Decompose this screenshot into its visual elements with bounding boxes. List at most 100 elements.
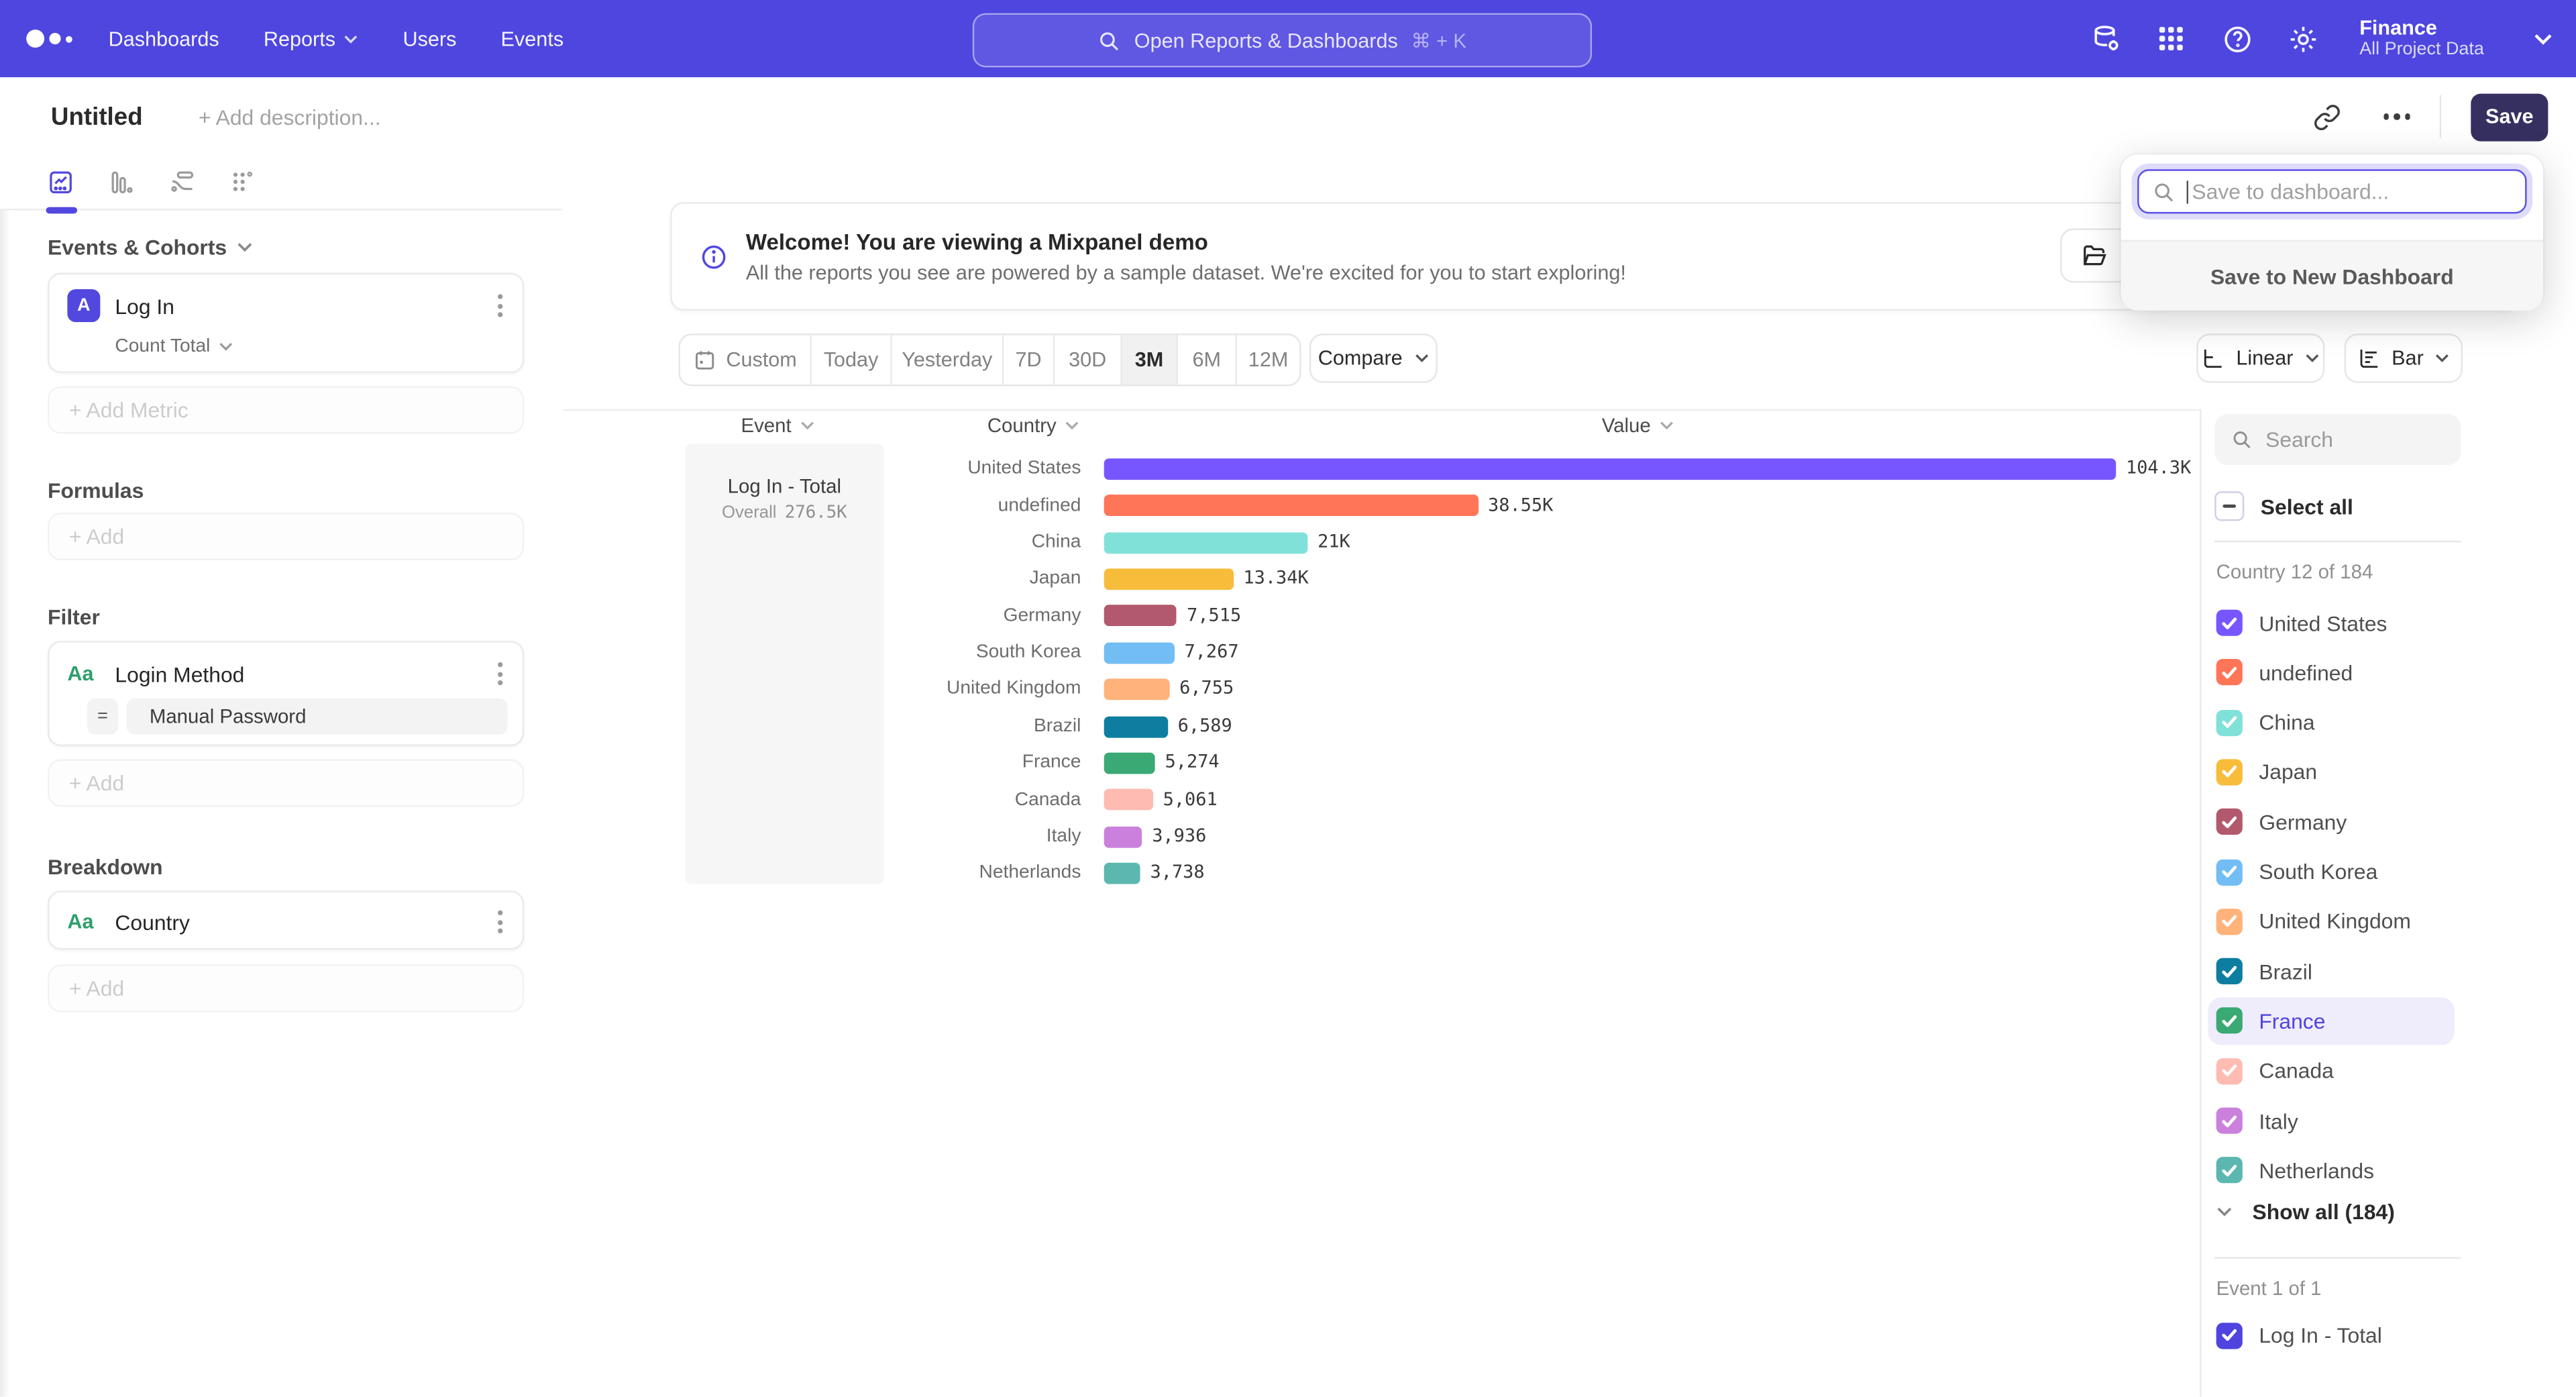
report-title[interactable]: Untitled bbox=[51, 103, 143, 131]
country-filter-row-china[interactable]: China bbox=[2208, 698, 2454, 746]
help-icon[interactable] bbox=[2221, 22, 2254, 55]
mixpanel-logo-icon[interactable] bbox=[26, 30, 72, 48]
tab-retention-icon[interactable] bbox=[230, 169, 256, 195]
select-all-checkbox[interactable]: Select all bbox=[2214, 490, 2353, 523]
project-scope: All Project Data bbox=[2359, 40, 2484, 61]
filter-kebab-menu[interactable] bbox=[494, 659, 506, 688]
range-7d[interactable]: 7D bbox=[1004, 335, 1055, 384]
tab-flows-icon[interactable] bbox=[169, 169, 195, 195]
bar-germany[interactable] bbox=[1104, 605, 1177, 627]
bar-france[interactable] bbox=[1104, 752, 1155, 774]
data-management-icon[interactable] bbox=[2090, 22, 2123, 55]
tab-funnels-icon[interactable] bbox=[109, 169, 135, 195]
country-filter-row-united-states[interactable]: United States bbox=[2208, 599, 2454, 647]
aggregation-selector[interactable]: Count Total bbox=[115, 337, 233, 356]
range-yesterday[interactable]: Yesterday bbox=[892, 335, 1004, 384]
checkbox-china[interactable] bbox=[2216, 709, 2243, 735]
country-filter-row-south-korea[interactable]: South Korea bbox=[2208, 848, 2454, 896]
checkbox-united-kingdom[interactable] bbox=[2216, 909, 2243, 935]
save-dashboard-search-input[interactable]: Save to dashboard... bbox=[2137, 169, 2526, 213]
scale-selector-button[interactable]: Linear bbox=[2196, 333, 2324, 382]
chart-type-button[interactable]: Bar bbox=[2345, 333, 2463, 382]
range-today[interactable]: Today bbox=[812, 335, 892, 384]
segment-search-input[interactable]: Search bbox=[2214, 414, 2461, 465]
checkbox-italy[interactable] bbox=[2216, 1108, 2243, 1134]
copy-link-icon[interactable] bbox=[2312, 103, 2341, 131]
country-count-label: Country 12 of 184 bbox=[2216, 560, 2373, 583]
indeterminate-checkbox-icon[interactable] bbox=[2214, 491, 2244, 521]
save-to-new-dashboard-button[interactable]: Save to New Dashboard bbox=[2121, 240, 2543, 311]
checkbox-netherlands[interactable] bbox=[2216, 1157, 2243, 1184]
add-formula-button[interactable]: + Add bbox=[48, 513, 524, 560]
range-12m[interactable]: 12M bbox=[1237, 335, 1299, 384]
nav-item-dashboards[interactable]: Dashboards bbox=[109, 27, 219, 50]
more-options-button[interactable] bbox=[2383, 114, 2410, 120]
checkbox-south-korea[interactable] bbox=[2216, 859, 2243, 885]
country-filter-row-italy[interactable]: Italy bbox=[2208, 1097, 2454, 1145]
breakdown-card[interactable]: Aa Country bbox=[48, 890, 524, 949]
checkbox-undefined[interactable] bbox=[2216, 660, 2243, 686]
filter-card[interactable]: Aa Login Method = Manual Password bbox=[48, 641, 524, 746]
country-filter-row-united-kingdom[interactable]: United Kingdom bbox=[2208, 898, 2454, 945]
checkbox-canada[interactable] bbox=[2216, 1057, 2243, 1084]
country-filter-row-france[interactable]: France bbox=[2208, 997, 2454, 1045]
add-metric-button[interactable]: + Add Metric bbox=[48, 386, 524, 434]
nav-item-users[interactable]: Users bbox=[402, 27, 456, 50]
filter-operator[interactable]: = bbox=[87, 698, 119, 735]
nav-item-events[interactable]: Events bbox=[501, 27, 564, 50]
checkbox-france[interactable] bbox=[2216, 1008, 2243, 1034]
country-filter-row-japan[interactable]: Japan bbox=[2208, 748, 2454, 796]
breakdown-kebab-menu[interactable] bbox=[494, 907, 506, 937]
range-6m[interactable]: 6M bbox=[1178, 335, 1237, 384]
bar-japan[interactable] bbox=[1104, 568, 1234, 590]
column-header-country[interactable]: Country bbox=[987, 414, 1079, 437]
bar-china[interactable] bbox=[1104, 532, 1308, 554]
bar-italy[interactable] bbox=[1104, 826, 1142, 847]
checkbox-united-states[interactable] bbox=[2216, 610, 2243, 636]
compare-button[interactable]: Compare bbox=[1309, 333, 1438, 382]
range-3m[interactable]: 3M bbox=[1122, 335, 1178, 384]
project-switcher[interactable]: Finance All Project Data bbox=[2359, 16, 2484, 60]
settings-gear-icon[interactable] bbox=[2287, 22, 2320, 55]
column-header-event[interactable]: Event bbox=[741, 414, 814, 437]
event-filter-row-log-in-total[interactable]: Log In - Total bbox=[2208, 1311, 2454, 1359]
tab-insights-icon[interactable] bbox=[48, 169, 74, 195]
country-filter-row-germany[interactable]: Germany bbox=[2208, 798, 2454, 845]
checkbox-log-in-total[interactable] bbox=[2216, 1322, 2243, 1348]
add-filter-button[interactable]: + Add bbox=[48, 759, 524, 807]
value-label: 6,755 bbox=[1179, 671, 1234, 708]
bar-brazil[interactable] bbox=[1104, 716, 1168, 737]
country-filter-row-undefined[interactable]: undefined bbox=[2208, 649, 2454, 696]
checkbox-brazil[interactable] bbox=[2216, 958, 2243, 984]
nav-item-reports[interactable]: Reports bbox=[264, 27, 359, 50]
metric-kebab-menu[interactable] bbox=[494, 291, 506, 320]
add-breakdown-button[interactable]: + Add bbox=[48, 965, 524, 1013]
range-30d[interactable]: 30D bbox=[1055, 335, 1122, 384]
checkbox-japan[interactable] bbox=[2216, 759, 2243, 785]
add-description-field[interactable]: + Add description... bbox=[199, 105, 381, 130]
bar-netherlands[interactable] bbox=[1104, 863, 1140, 884]
breakdown-property-name[interactable]: Country bbox=[115, 910, 190, 935]
range-custom[interactable]: Custom bbox=[680, 335, 812, 384]
bar-undefined[interactable] bbox=[1104, 495, 1479, 517]
checkbox-germany[interactable] bbox=[2216, 809, 2243, 835]
chevron-down-icon[interactable] bbox=[2533, 32, 2553, 46]
metric-name[interactable]: Log In bbox=[115, 293, 174, 318]
apps-grid-icon[interactable] bbox=[2156, 22, 2189, 55]
save-button[interactable]: Save bbox=[2471, 93, 2548, 140]
bar-united-states[interactable] bbox=[1104, 458, 2116, 480]
filter-value[interactable]: Manual Password bbox=[127, 698, 508, 735]
metric-card[interactable]: A Log In Count Total bbox=[48, 273, 524, 373]
show-all-button[interactable]: Show all (184) bbox=[2216, 1200, 2395, 1225]
column-header-value[interactable]: Value bbox=[1602, 414, 1674, 437]
events-cohorts-header[interactable]: Events & Cohorts bbox=[48, 235, 524, 260]
bar-canada[interactable] bbox=[1104, 789, 1153, 811]
country-filter-row-brazil[interactable]: Brazil bbox=[2208, 947, 2454, 995]
filter-property-name[interactable]: Login Method bbox=[115, 662, 244, 686]
bar-south-korea[interactable] bbox=[1104, 642, 1175, 664]
country-filter-row-netherlands[interactable]: Netherlands bbox=[2208, 1147, 2454, 1194]
global-search-bar[interactable]: Open Reports & Dashboards ⌘ + K bbox=[973, 13, 1592, 68]
country-filter-row-canada[interactable]: Canada bbox=[2208, 1047, 2454, 1094]
bar-united-kingdom[interactable] bbox=[1104, 679, 1170, 701]
country-label: France bbox=[835, 745, 1081, 782]
